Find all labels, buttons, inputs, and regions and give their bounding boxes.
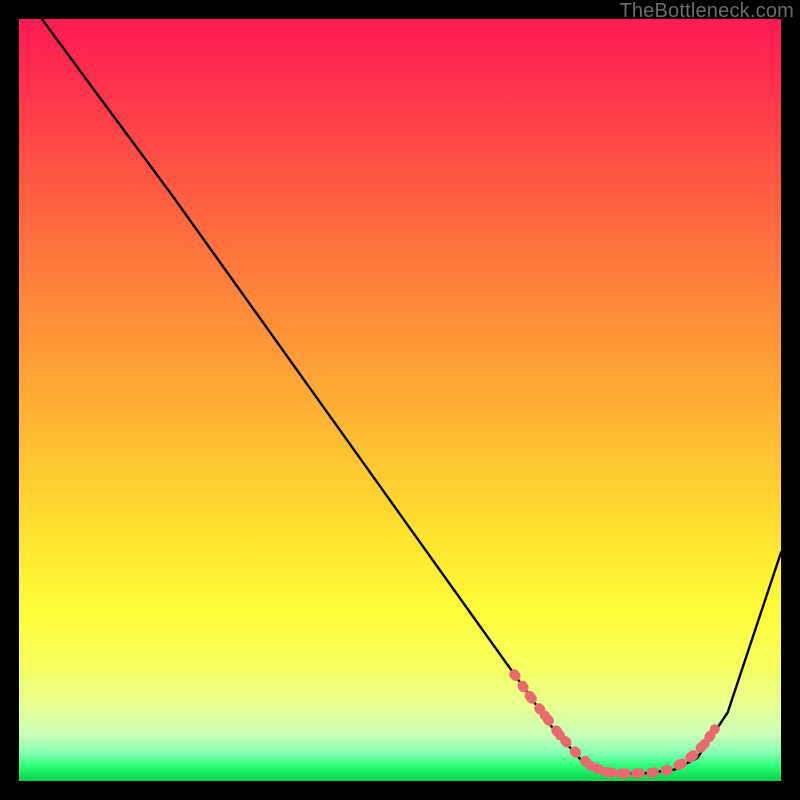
plot-area (19, 19, 781, 781)
chart-svg (19, 19, 781, 781)
curve-line (42, 19, 781, 773)
watermark-text: TheBottleneck.com (619, 0, 794, 23)
chart-frame: TheBottleneck.com (0, 0, 800, 800)
